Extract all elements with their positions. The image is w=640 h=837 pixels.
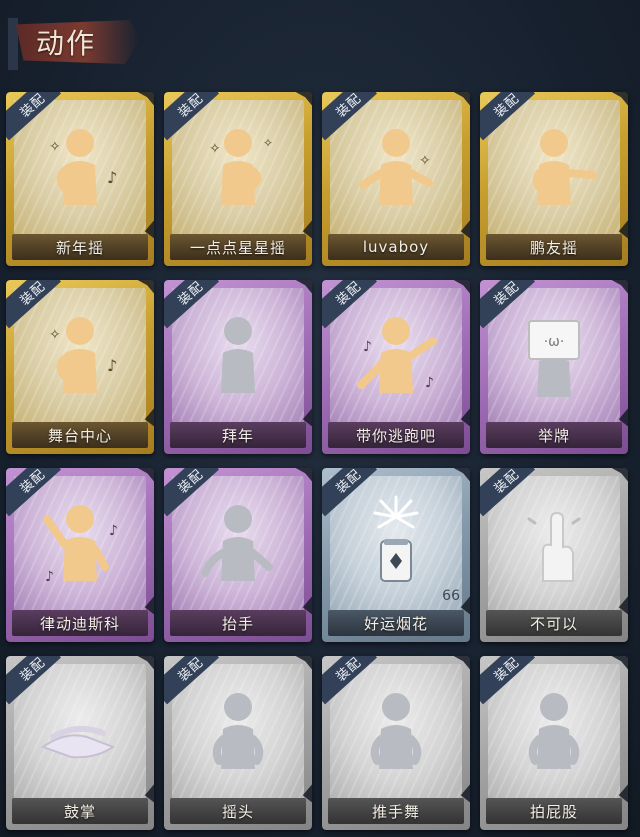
- figure-sign-icon: ·ω·: [488, 288, 620, 424]
- figure-disco-icon: ♪ ♪: [14, 476, 146, 612]
- emote-card[interactable]: 鹏友摇 装配: [480, 92, 628, 266]
- emote-name: 举牌: [537, 426, 570, 445]
- emote-name: 带你逃跑吧: [355, 426, 436, 445]
- emote-card[interactable]: ♪ ✧ 新年摇 装配: [6, 92, 154, 266]
- clap-icon: [14, 664, 146, 800]
- card-name-bar: 一点点星星摇: [170, 234, 306, 260]
- figure-wave-icon: ♪ ✧: [14, 100, 146, 236]
- svg-text:·ω·: ·ω·: [544, 334, 565, 350]
- emote-name: luvaboy: [362, 238, 430, 256]
- card-name-bar: luvaboy: [328, 234, 464, 260]
- emote-name: 推手舞: [371, 802, 420, 821]
- card-name-bar: 抬手: [170, 610, 306, 636]
- emote-name: 新年摇: [55, 238, 104, 257]
- card-name-bar: 带你逃跑吧: [328, 422, 464, 448]
- emote-name: 不可以: [529, 614, 578, 633]
- emote-card[interactable]: ✧ luvaboy 装配: [322, 92, 470, 266]
- section-title: 动作: [36, 27, 97, 60]
- figure-star-shake-icon: ✧ ✧: [172, 100, 304, 236]
- card-name-bar: 好运烟花: [328, 610, 464, 636]
- card-name-bar: 新年摇: [12, 234, 148, 260]
- card-name-bar: 鹏友摇: [486, 234, 622, 260]
- emote-panel: 动作 ♪ ✧ 新年摇 装配 ✧ ✧ 一点点星星摇 装配 ✧ luvaboy 装配…: [0, 0, 640, 837]
- push-dance-icon: [330, 664, 462, 800]
- emote-card[interactable]: 推手舞 装配: [322, 656, 470, 830]
- card-name-bar: 不可以: [486, 610, 622, 636]
- emote-card[interactable]: 拍屁股 装配: [480, 656, 628, 830]
- card-name-bar: 拜年: [170, 422, 306, 448]
- emote-card[interactable]: ♪ ♪ 带你逃跑吧 装配: [322, 280, 470, 454]
- card-name-bar: 律动迪斯科: [12, 610, 148, 636]
- figure-bow-icon: [172, 288, 304, 424]
- card-name-bar: 推手舞: [328, 798, 464, 824]
- emote-name: 一点点星星摇: [189, 238, 286, 257]
- figure-run-icon: ♪ ♪: [330, 288, 462, 424]
- card-name-bar: 摇头: [170, 798, 306, 824]
- emote-name: 拜年: [221, 426, 254, 445]
- emote-card[interactable]: 摇头 装配: [164, 656, 312, 830]
- emote-card[interactable]: ♪ ✧ 舞台中心 装配: [6, 280, 154, 454]
- card-name-bar: 举牌: [486, 422, 622, 448]
- figure-point-icon: [488, 100, 620, 236]
- emote-name: 鹏友摇: [529, 238, 578, 257]
- emote-card[interactable]: 抬手 装配: [164, 468, 312, 642]
- svg-text:✧: ✧: [49, 327, 61, 343]
- emote-name: 好运烟花: [363, 614, 428, 633]
- section-title-banner: 动作: [8, 8, 140, 70]
- emote-card[interactable]: 66 好运烟花 装配: [322, 468, 470, 642]
- svg-text:♪: ♪: [109, 523, 118, 539]
- emote-name: 舞台中心: [47, 426, 112, 445]
- emote-name: 抬手: [221, 614, 254, 633]
- finger-wag-icon: [488, 476, 620, 612]
- emote-name: 鼓掌: [63, 802, 96, 821]
- figure-center-stage-icon: ♪ ✧: [14, 288, 146, 424]
- figure-pose-icon: ✧: [330, 100, 462, 236]
- svg-text:♪: ♪: [425, 375, 434, 391]
- card-name-bar: 拍屁股: [486, 798, 622, 824]
- card-name-bar: 鼓掌: [12, 798, 148, 824]
- head-shake-icon: [172, 664, 304, 800]
- butt-slap-icon: [488, 664, 620, 800]
- emote-card[interactable]: ·ω· 举牌 装配: [480, 280, 628, 454]
- svg-text:♪: ♪: [107, 168, 117, 187]
- svg-text:♪: ♪: [363, 339, 372, 355]
- emote-name: 摇头: [221, 802, 254, 821]
- svg-text:✧: ✧: [49, 139, 61, 155]
- svg-text:✧: ✧: [263, 136, 273, 150]
- svg-text:✧: ✧: [209, 141, 221, 157]
- emote-card[interactable]: 鼓掌 装配: [6, 656, 154, 830]
- svg-text:♪: ♪: [107, 356, 117, 375]
- card-name-bar: 舞台中心: [12, 422, 148, 448]
- svg-text:♪: ♪: [45, 569, 54, 585]
- emote-card[interactable]: 不可以 装配: [480, 468, 628, 642]
- emote-name: 拍屁股: [529, 802, 578, 821]
- item-count: 66: [442, 588, 460, 604]
- emote-card[interactable]: 拜年 装配: [164, 280, 312, 454]
- emote-card[interactable]: ✧ ✧ 一点点星星摇 装配: [164, 92, 312, 266]
- emote-grid: ♪ ✧ 新年摇 装配 ✧ ✧ 一点点星星摇 装配 ✧ luvaboy 装配 鹏友…: [0, 88, 640, 837]
- emote-card[interactable]: ♪ ♪ 律动迪斯科 装配: [6, 468, 154, 642]
- hand-raise-icon: [172, 476, 304, 612]
- svg-text:✧: ✧: [419, 153, 431, 169]
- emote-name: 律动迪斯科: [39, 614, 120, 633]
